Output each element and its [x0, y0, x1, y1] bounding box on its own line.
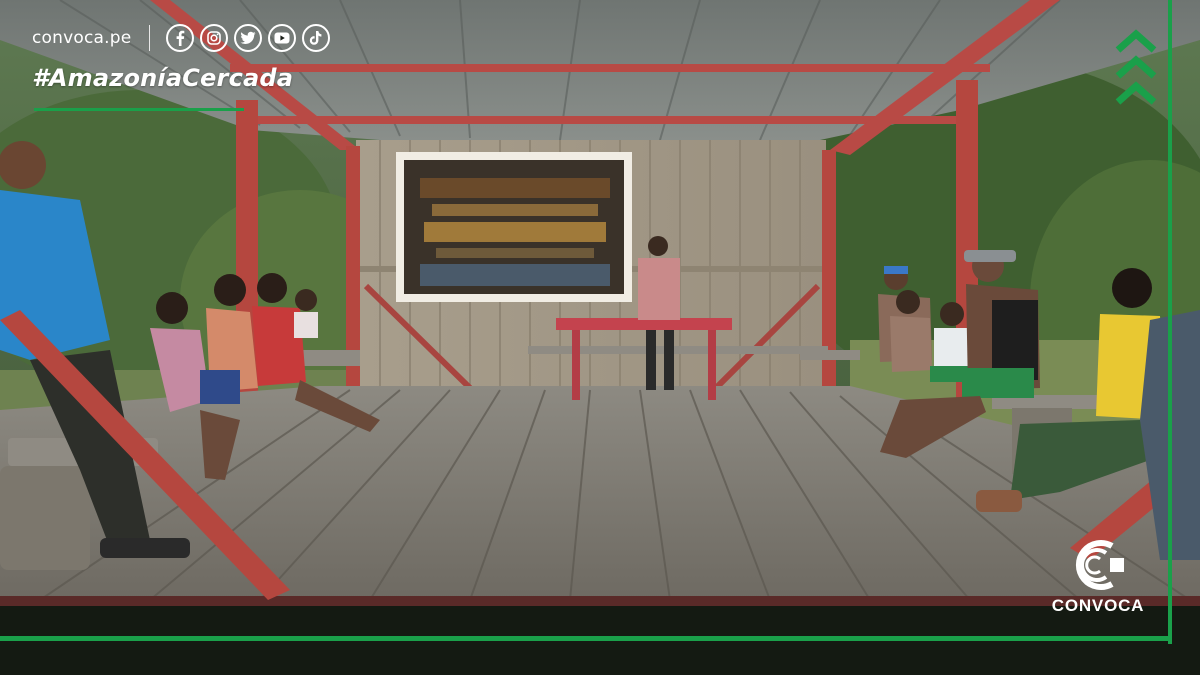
twitter-icon[interactable]: [234, 24, 263, 52]
convoca-logo-icon: [1075, 540, 1124, 590]
facebook-icon[interactable]: [166, 24, 195, 52]
welcome-banner: [396, 152, 632, 302]
frame-line-bottom: [0, 636, 1172, 641]
youtube-icon[interactable]: [268, 24, 297, 52]
header-bar: convoca.pe: [32, 24, 331, 52]
hashtag-title: #AmazoníaCercada: [32, 64, 294, 92]
frame-line-top: [34, 108, 244, 111]
frame-line-right: [1168, 0, 1172, 644]
social-icons: [166, 24, 331, 52]
brand-name: CONVOCA: [1051, 596, 1145, 615]
instagram-icon[interactable]: [200, 24, 229, 52]
post-image: convoca.pe #AmazoníaCercada CONVOCA: [0, 0, 1200, 675]
community-meeting-photo: [0, 0, 1200, 675]
brand-logo: CONVOCA: [1046, 538, 1150, 616]
site-url[interactable]: convoca.pe: [32, 28, 131, 48]
header-divider: [149, 25, 151, 51]
chevron-up-icon: [1115, 29, 1157, 105]
tiktok-icon[interactable]: [302, 24, 331, 52]
